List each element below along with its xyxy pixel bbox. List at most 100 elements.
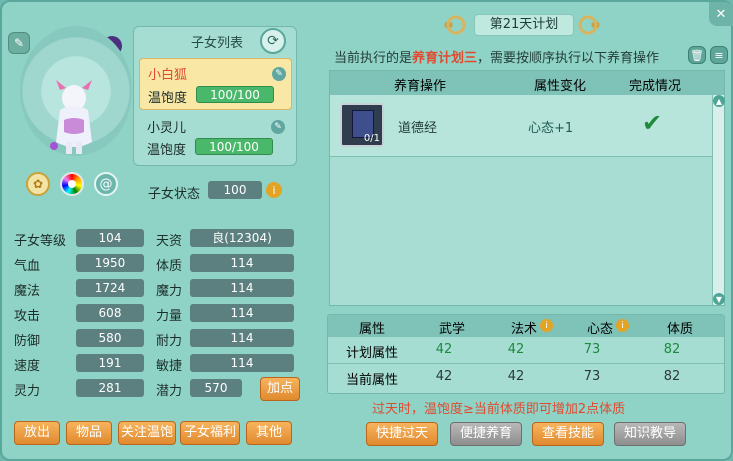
stat-label: 耐力 (156, 334, 183, 349)
stat-value: 114 (190, 254, 294, 272)
attr-value: 82 (663, 369, 681, 384)
ops-table: 养育操作 属性变化 完成情况 0/1 道德经 心态+1 ✔ ▲ ▼ (329, 70, 725, 306)
delete-button[interactable]: 🗑 (688, 46, 706, 64)
attr-value: 73 (583, 342, 601, 357)
color-wheel-button[interactable] (60, 172, 84, 196)
book-item-slot[interactable]: 0/1 (340, 103, 384, 147)
ops-col-operation: 养育操作 (393, 79, 446, 94)
stat-value: 104 (76, 229, 144, 247)
stat-label: 体质 (156, 259, 183, 274)
stat-label: 敏捷 (156, 359, 183, 374)
operation-name: 道德经 (398, 121, 438, 136)
child-avatar (50, 80, 98, 160)
satiety-bar: 100/100 (196, 86, 274, 103)
bottom-left-button[interactable]: 其他 (246, 421, 292, 445)
feather-icon: ✎ (271, 120, 285, 134)
stat-label: 灵力 (14, 384, 41, 399)
plan-message: 当前执行的是养育计划三，需要按顺序执行以下养育操作 (334, 47, 659, 66)
attr-value: 42 (507, 369, 525, 384)
medal-icon: ✿ (32, 177, 44, 191)
scroll-down-icon[interactable]: ▼ (713, 293, 725, 305)
attr-row-label: 计划属性 (345, 346, 398, 361)
plan-message-suffix: ，需要按顺序执行以下养育操作 (477, 51, 660, 66)
satiety-label: 温饱度 (148, 91, 188, 106)
stat-value: 570 (190, 379, 242, 397)
badge-gold-button[interactable]: ✿ (26, 172, 50, 196)
child-name: 小灵儿 (147, 121, 187, 136)
plan-title: 第21天计划 (474, 14, 574, 36)
stat-label: 力量 (156, 309, 183, 324)
bottom-right-button[interactable]: 便捷养育 (450, 422, 522, 446)
bottom-right-button[interactable]: 知识教导 (614, 422, 686, 446)
info-icon[interactable]: i (616, 319, 629, 332)
feather-icon: ✎ (272, 67, 286, 81)
complete-check-icon: ✔ (642, 109, 663, 137)
edit-icon: ✎ (13, 36, 25, 50)
stat-label: 潜力 (156, 384, 183, 399)
stat-value: 良(12304) (190, 229, 294, 247)
bottom-left-button[interactable]: 物品 (66, 421, 112, 445)
stat-value: 1724 (76, 279, 144, 297)
notes-icon: ≡ (714, 48, 724, 62)
attribute-change: 心态+1 (528, 121, 574, 136)
child-card-selected[interactable]: 小白狐 ✎ 温饱度 100/100 (139, 58, 292, 110)
ops-scrollbar[interactable]: ▲ ▼ (712, 95, 725, 305)
stat-value: 114 (190, 279, 294, 297)
stat-value: 1950 (76, 254, 144, 272)
info-icon[interactable]: i (540, 319, 553, 332)
close-button[interactable]: ✕ (709, 2, 733, 26)
refresh-button[interactable]: ⟳ (260, 28, 286, 54)
plan-message-prefix: 当前执行的是 (334, 51, 413, 66)
bottom-left-button[interactable]: 关注温饱 (118, 421, 176, 445)
bottom-right-button[interactable]: 快捷过天 (366, 422, 438, 446)
wind-button[interactable]: @ (94, 172, 118, 196)
child-name: 小白狐 (148, 68, 188, 83)
stat-label: 魔力 (156, 284, 183, 299)
item-count: 0/1 (363, 133, 380, 144)
child-rearing-window: 第21天计划 ✕ ✎ ☾ ✿ @ 子女列表 ⟳ (0, 0, 733, 461)
close-icon: ✕ (715, 6, 727, 22)
stat-label: 防御 (14, 334, 41, 349)
child-card[interactable]: 小灵儿 ✎ 温饱度 100/100 (139, 112, 292, 164)
stat-value: 114 (190, 354, 294, 372)
info-icon[interactable]: i (266, 182, 282, 198)
attr-value: 42 (435, 342, 453, 357)
stat-label: 子女等级 (14, 234, 67, 249)
stat-value: 191 (76, 354, 144, 372)
scroll-up-icon[interactable]: ▲ (713, 95, 725, 107)
add-points-button[interactable]: 加点 (260, 377, 300, 401)
stat-value: 281 (76, 379, 144, 397)
color-wheel-icon (68, 180, 76, 188)
refresh-icon: ⟳ (267, 33, 279, 49)
attr-value: 42 (507, 342, 525, 357)
stat-label: 魔法 (14, 284, 41, 299)
stat-label: 气血 (14, 259, 41, 274)
table-row[interactable]: 0/1 道德经 心态+1 ✔ (330, 95, 712, 157)
bottom-left-button[interactable]: 子女福利 (180, 421, 240, 445)
ops-col-change: 属性变化 (533, 79, 586, 94)
stat-value: 580 (76, 329, 144, 347)
stat-label: 速度 (14, 359, 41, 374)
child-status-label: 子女状态 (148, 187, 201, 202)
swirl-icon: @ (99, 176, 113, 192)
satiety-label: 温饱度 (147, 143, 187, 158)
stat-value: 114 (190, 304, 294, 322)
stat-value: 114 (190, 329, 294, 347)
attr-value: 73 (583, 369, 601, 384)
bottom-left-button[interactable]: 放出 (14, 421, 60, 445)
satiety-bar: 100/100 (195, 138, 273, 155)
attr-value: 82 (663, 342, 681, 357)
edit-button[interactable]: ✎ (8, 32, 30, 54)
attr-row-label: 当前属性 (345, 373, 398, 388)
attr-col-header: 属性 (358, 322, 385, 337)
bottom-right-button[interactable]: 查看技能 (532, 422, 604, 446)
stat-label: 天资 (156, 234, 183, 249)
attr-col-header: 体质 (666, 322, 693, 337)
plan-title-text: 第21天计划 (489, 17, 559, 32)
trash-icon: 🗑 (690, 48, 704, 62)
child-status-value: 100 (208, 181, 262, 199)
footer-note: 过天时，温饱度≥当前体质即可增加2点体质 (372, 402, 626, 417)
notes-button[interactable]: ≡ (710, 46, 728, 64)
ops-col-status: 完成情况 (628, 79, 681, 94)
attr-value: 42 (435, 369, 453, 384)
